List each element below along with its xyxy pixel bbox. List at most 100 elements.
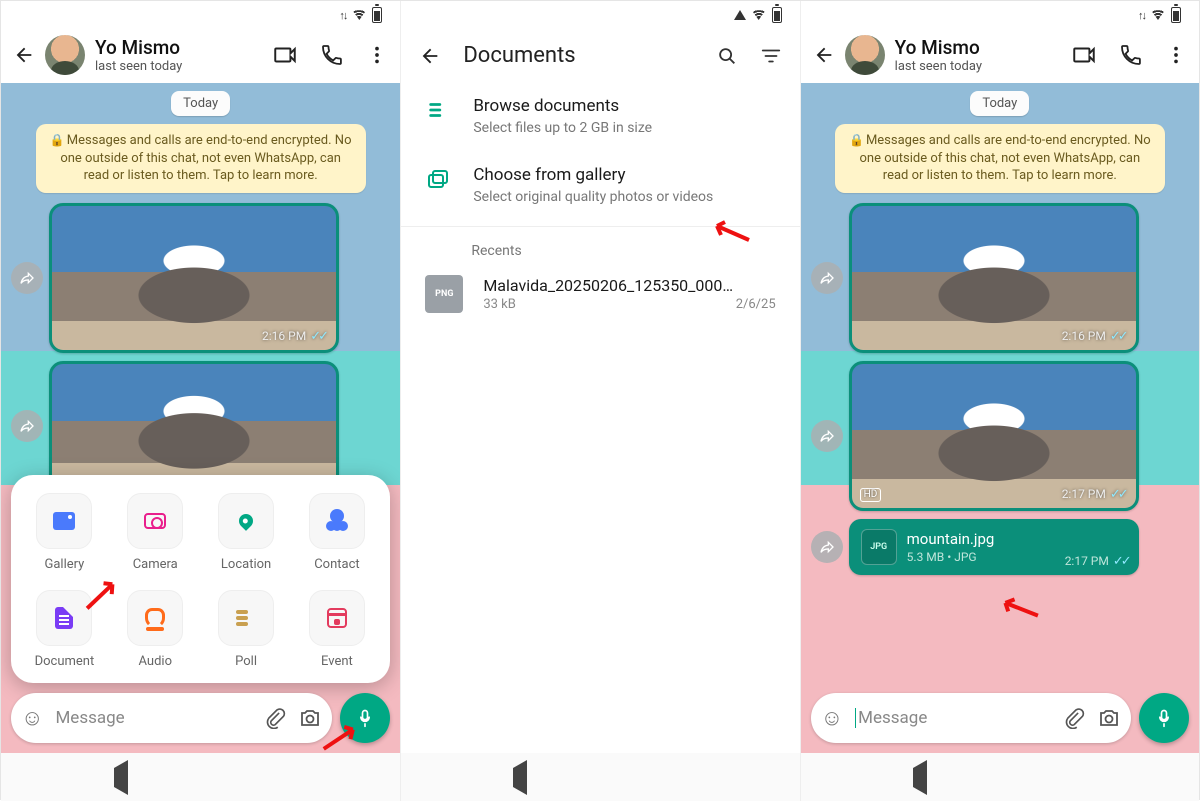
data-arrows-icon: ↑↓ [1138, 9, 1145, 22]
attach-camera[interactable]: Camera [110, 493, 201, 572]
forward-icon[interactable] [11, 410, 43, 442]
video-call-icon[interactable] [272, 42, 298, 68]
panel-documents-picker: Documents Browse documents Select files … [400, 1, 799, 801]
chat-title-block[interactable]: Yo Mismo last seen today [895, 36, 1061, 74]
encryption-notice[interactable]: 🔒Messages and calls are end-to-end encry… [835, 124, 1165, 193]
document-message[interactable]: JPG mountain.jpg 5.3 MB • JPG 2:17 PM✓✓ [849, 519, 1139, 575]
chat-header: Yo Mismo last seen today [1, 29, 400, 83]
voice-call-icon[interactable] [320, 43, 344, 67]
attach-poll[interactable]: Poll [201, 590, 292, 669]
poll-icon [236, 610, 256, 626]
documents-header: Documents [401, 29, 799, 78]
contact-name: Yo Mismo [895, 36, 1061, 59]
message-row: 2:16 PM✓✓ [11, 203, 390, 353]
file-name: mountain.jpg [907, 530, 995, 548]
message-row: JPG mountain.jpg 5.3 MB • JPG 2:17 PM✓✓ [811, 519, 1189, 575]
image-message[interactable]: 2:16 PM✓✓ [849, 203, 1139, 353]
android-nav-bar [401, 753, 799, 801]
message-input[interactable]: ☺ Message [11, 693, 332, 743]
voice-call-icon[interactable] [1119, 43, 1143, 67]
emoji-icon[interactable]: ☺ [21, 705, 43, 731]
attach-location[interactable]: Location [201, 493, 292, 572]
avatar[interactable] [45, 35, 85, 75]
attach-gallery[interactable]: Gallery [19, 493, 110, 572]
emoji-icon[interactable]: ☺ [821, 705, 843, 731]
attach-icon[interactable] [1063, 707, 1085, 729]
read-ticks-icon: ✓✓ [1110, 487, 1126, 502]
encryption-notice[interactable]: 🔒Messages and calls are end-to-end encry… [36, 124, 366, 193]
nav-back-icon[interactable] [114, 768, 128, 787]
search-icon[interactable] [716, 45, 738, 67]
hd-badge: HD [860, 488, 882, 502]
input-placeholder: Message [55, 708, 252, 728]
attach-contact[interactable]: Contact [291, 493, 382, 572]
mic-button[interactable] [340, 693, 390, 743]
chat-header: Yo Mismo last seen today [801, 29, 1199, 83]
location-pin-icon [236, 511, 256, 531]
lock-icon: 🔒 [50, 133, 65, 147]
android-status-bar [401, 1, 799, 29]
contact-name: Yo Mismo [95, 36, 262, 59]
forward-icon[interactable] [811, 262, 843, 294]
more-menu-icon[interactable] [366, 44, 388, 66]
message-input-bar: ☺ Message [11, 693, 390, 743]
chat-body: Today 🔒Messages and calls are end-to-end… [801, 83, 1199, 753]
file-name: Malavida_20250206_125350_000… [483, 276, 775, 295]
signal-icon [734, 10, 746, 20]
message-input[interactable]: ☺ Message [811, 693, 1131, 743]
android-status-bar: ↑↓ [1, 1, 400, 29]
camera-input-icon[interactable] [1097, 706, 1121, 730]
mic-button[interactable] [1139, 693, 1189, 743]
image-message[interactable]: 2:16 PM✓✓ [49, 203, 339, 353]
attach-audio[interactable]: Audio [110, 590, 201, 669]
page-title: Documents [463, 43, 693, 68]
chat-title-block[interactable]: Yo Mismo last seen today [95, 36, 262, 74]
attach-event[interactable]: Event [291, 590, 382, 669]
sort-icon[interactable] [760, 45, 782, 67]
image-message[interactable] [49, 361, 339, 491]
more-menu-icon[interactable] [1165, 44, 1187, 66]
video-call-icon[interactable] [1071, 42, 1097, 68]
option-title: Choose from gallery [473, 165, 713, 185]
battery-icon [372, 7, 382, 23]
documents-body: Browse documents Select files up to 2 GB… [401, 78, 799, 753]
forward-icon[interactable] [11, 262, 43, 294]
data-arrows-icon: ↑↓ [339, 9, 346, 22]
forward-icon[interactable] [811, 420, 843, 452]
camera-icon [144, 513, 166, 529]
recent-file-item[interactable]: PNG Malavida_20250206_125350_000… 33 kB … [401, 265, 799, 323]
read-ticks-icon: ✓✓ [310, 329, 326, 344]
document-icon [55, 607, 73, 629]
recents-label: Recents [401, 226, 799, 265]
image-message[interactable]: HD 2:17 PM ✓✓ [849, 361, 1139, 511]
contact-icon [330, 509, 344, 523]
date-pill: Today [171, 91, 230, 116]
file-type-badge: JPG [861, 529, 897, 565]
nav-back-icon[interactable] [913, 768, 927, 787]
forward-icon[interactable] [811, 531, 843, 563]
option-title: Browse documents [473, 96, 652, 116]
option-browse-documents[interactable]: Browse documents Select files up to 2 GB… [401, 82, 799, 151]
avatar[interactable] [845, 35, 885, 75]
battery-icon [1171, 7, 1181, 23]
back-arrow-icon[interactable] [813, 44, 835, 66]
message-time: 2:17 PM [1062, 487, 1106, 501]
attach-document[interactable]: Document [19, 590, 110, 669]
option-subtitle: Select files up to 2 GB in size [473, 119, 652, 137]
camera-input-icon[interactable] [298, 706, 322, 730]
wifi-icon [752, 6, 766, 24]
attach-icon[interactable] [264, 707, 286, 729]
chat-body: Today 🔒Messages and calls are end-to-end… [1, 83, 400, 753]
back-arrow-icon[interactable] [13, 44, 35, 66]
option-choose-from-gallery[interactable]: Choose from gallery Select original qual… [401, 151, 799, 220]
file-type-badge: PNG [425, 275, 463, 313]
option-subtitle: Select original quality photos or videos [473, 188, 713, 206]
message-row: HD 2:17 PM ✓✓ [811, 361, 1189, 511]
date-pill: Today [970, 91, 1029, 116]
file-date: 2/6/25 [736, 297, 776, 312]
lock-icon: 🔒 [849, 133, 864, 147]
nav-back-icon[interactable] [513, 768, 527, 787]
android-status-bar: ↑↓ [801, 1, 1199, 29]
wifi-icon [1151, 6, 1165, 24]
back-arrow-icon[interactable] [419, 45, 441, 67]
